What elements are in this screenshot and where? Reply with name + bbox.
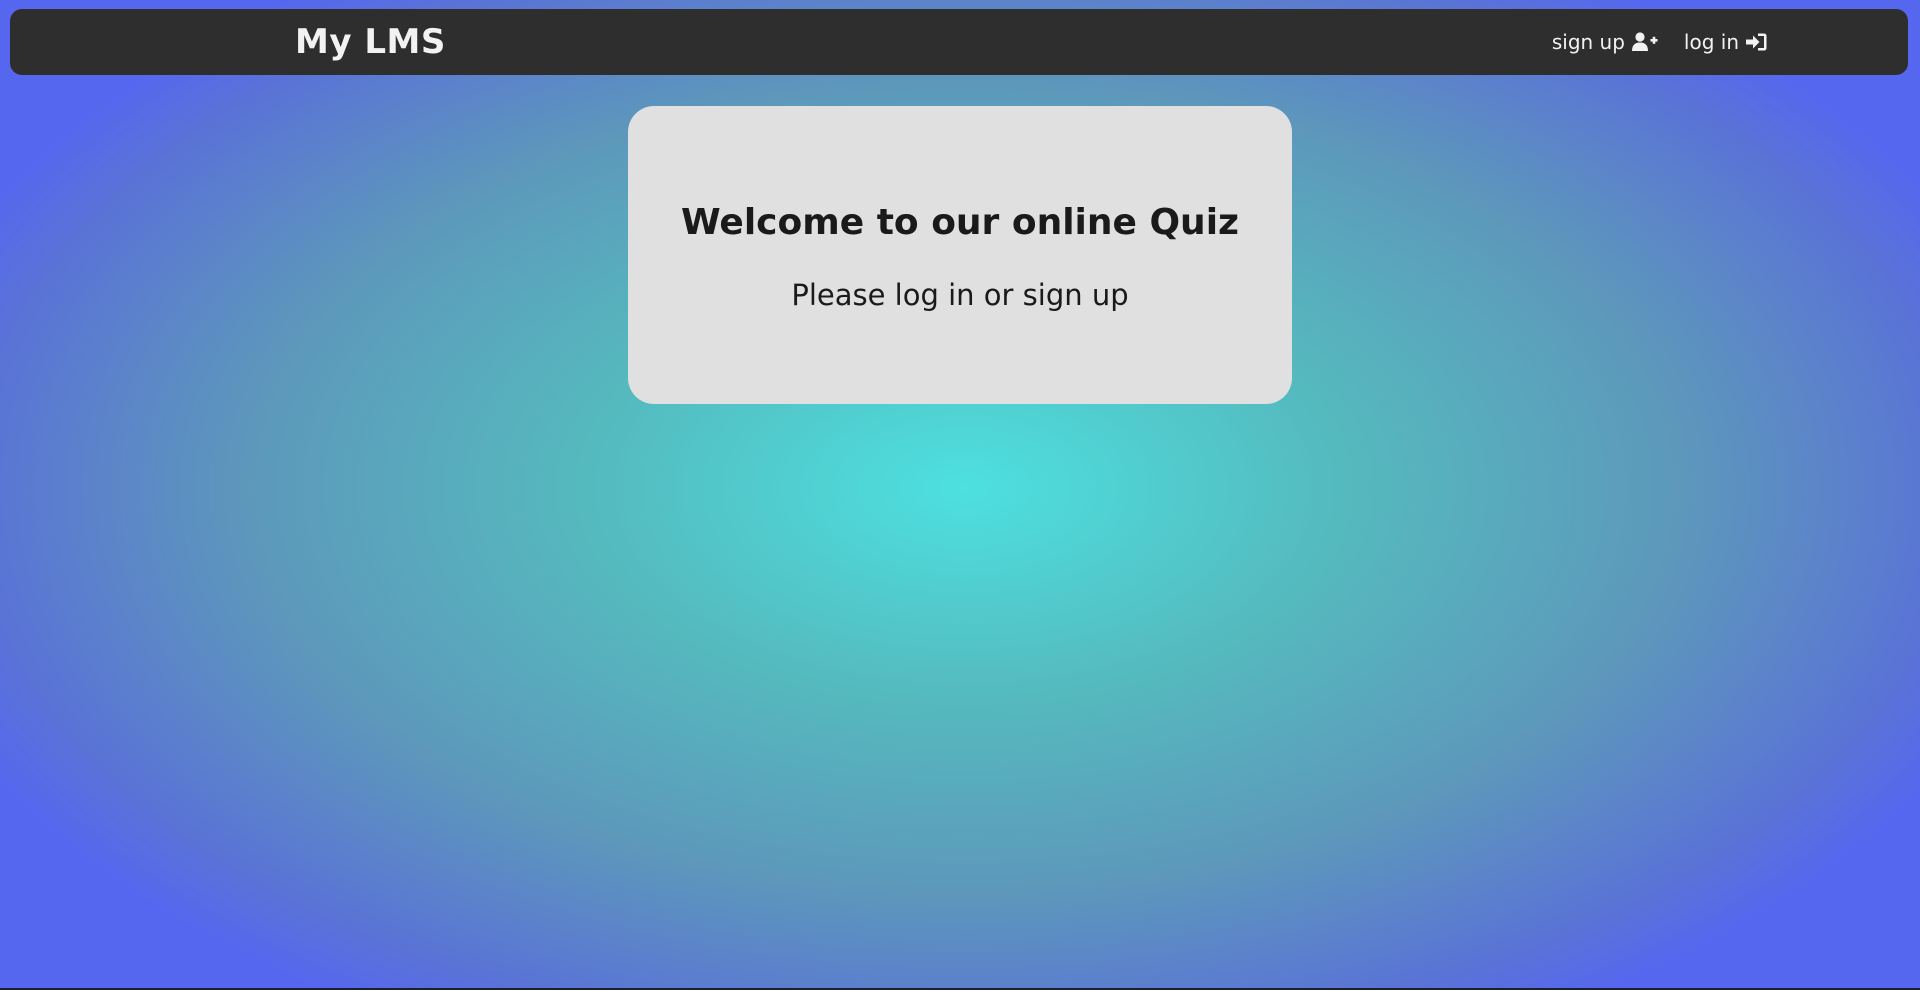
welcome-card: Welcome to our online Quiz Please log in…: [628, 106, 1292, 404]
sign-up-link[interactable]: sign up: [1552, 30, 1658, 54]
navbar: My LMS sign up log in: [10, 9, 1908, 75]
log-in-link[interactable]: log in: [1684, 30, 1768, 54]
brand-logo[interactable]: My LMS: [295, 9, 446, 75]
welcome-title: Welcome to our online Quiz: [681, 202, 1239, 243]
user-plus-icon: [1631, 32, 1658, 52]
welcome-subtitle: Please log in or sign up: [791, 278, 1129, 312]
nav-links: sign up log in: [1552, 9, 1768, 75]
log-in-label: log in: [1683, 30, 1739, 54]
sign-up-label: sign up: [1551, 30, 1625, 54]
sign-in-icon: [1746, 32, 1768, 52]
